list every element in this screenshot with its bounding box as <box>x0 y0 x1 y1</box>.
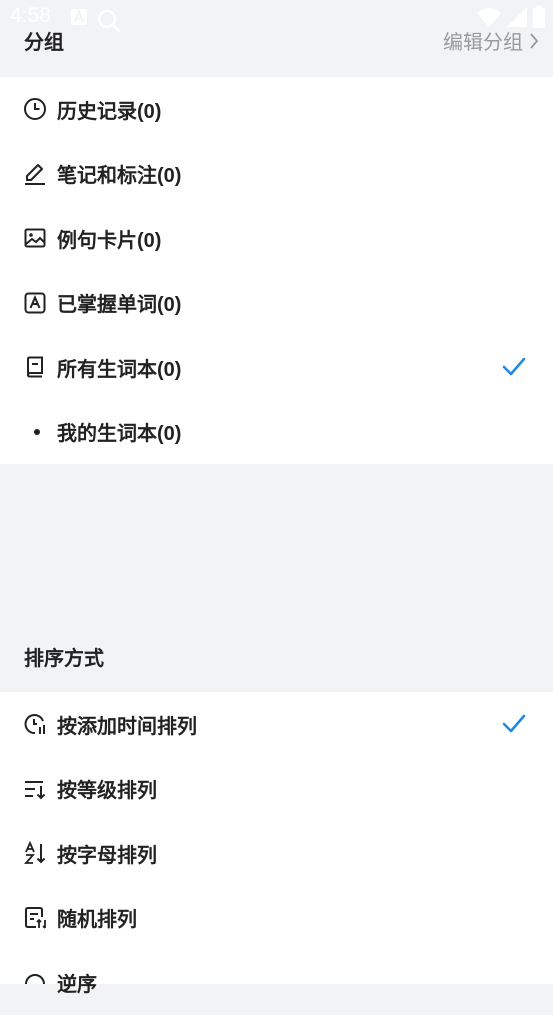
sort-item-label: 逆序 <box>57 973 97 996</box>
sort-item-reverse[interactable]: 逆序 <box>0 950 553 1015</box>
group-item-label: 笔记和标注(0) <box>57 165 182 188</box>
checkmark-icon <box>501 354 527 380</box>
pen-icon <box>22 161 48 187</box>
clock-icon <box>22 96 48 122</box>
group-item-mastered[interactable]: 已掌握单词(0) <box>0 271 553 336</box>
group-list: 历史记录(0) 笔记和标注(0) 例句卡片(0) 已掌握单词(0) 所有生词本(… <box>0 77 553 464</box>
sort-list: 按添加时间排列 按等级排列 按字母排列 随机排列 逆序 <box>0 692 553 996</box>
checkmark-icon <box>501 711 527 737</box>
group-item-label: 已掌握单词(0) <box>57 294 182 317</box>
sort-section-title: 排序方式 <box>24 648 104 670</box>
status-right-icons <box>477 6 545 28</box>
sort-item-label: 按等级排列 <box>57 780 157 803</box>
time-sort-icon <box>22 711 48 737</box>
book-icon <box>22 354 48 380</box>
group-item-all-wordbooks[interactable]: 所有生词本(0) <box>0 335 553 400</box>
group-item-label: 历史记录(0) <box>57 100 162 123</box>
wifi-icon <box>477 7 501 27</box>
sort-item-by-time[interactable]: 按添加时间排列 <box>0 692 553 757</box>
group-item-label: 例句卡片(0) <box>57 229 162 252</box>
status-bar: 4:58 <box>0 0 553 36</box>
alpha-sort-icon <box>22 840 48 866</box>
status-left-icons <box>70 8 122 34</box>
sort-section-header: 排序方式 <box>0 464 553 692</box>
signal-icon <box>507 7 527 27</box>
sort-item-by-alphabet[interactable]: 按字母排列 <box>0 821 553 886</box>
mastered-a-icon <box>22 290 48 316</box>
sort-item-by-level[interactable]: 按等级排列 <box>0 757 553 822</box>
dot-icon <box>22 419 48 445</box>
image-card-icon <box>22 225 48 251</box>
group-item-my-wordbook[interactable]: 我的生词本(0) <box>0 400 553 465</box>
random-sort-icon <box>22 905 48 931</box>
group-item-label: 我的生词本(0) <box>57 423 182 446</box>
search-notification-icon <box>96 8 122 34</box>
battery-icon <box>533 6 545 28</box>
sort-item-random[interactable]: 随机排列 <box>0 886 553 951</box>
group-item-notes[interactable]: 笔记和标注(0) <box>0 142 553 207</box>
level-sort-icon <box>22 776 48 802</box>
group-item-example-cards[interactable]: 例句卡片(0) <box>0 206 553 271</box>
group-item-history[interactable]: 历史记录(0) <box>0 77 553 142</box>
sort-item-label: 按字母排列 <box>57 844 157 867</box>
reverse-icon <box>22 969 48 995</box>
sort-item-label: 按添加时间排列 <box>57 715 197 738</box>
status-time: 4:58 <box>10 4 51 27</box>
notification-a-icon <box>70 8 88 34</box>
group-item-label: 所有生词本(0) <box>57 358 182 381</box>
sort-item-label: 随机排列 <box>57 909 137 932</box>
